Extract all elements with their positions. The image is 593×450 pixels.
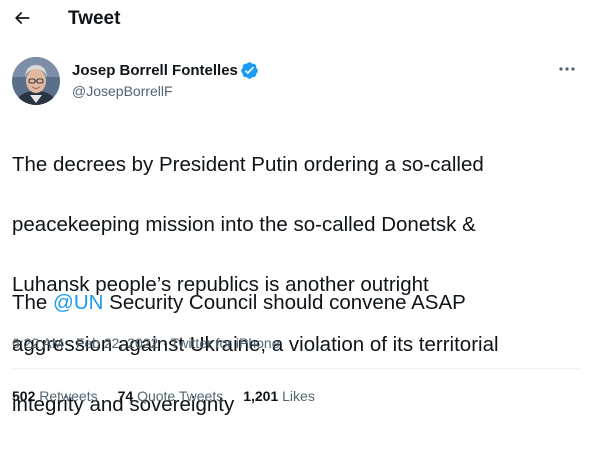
likes-count: 1,201 [243, 388, 279, 404]
mention-link[interactable]: @UN [53, 291, 103, 314]
retweets-count: 502 [12, 388, 36, 404]
quote-tweets-label: Quote Tweets [133, 388, 224, 404]
meta-separator: · [158, 335, 171, 351]
author-name-text: Josep Borrell Fontelles [72, 62, 238, 79]
tweet-text-segment: The [12, 291, 54, 314]
avatar[interactable] [12, 57, 60, 105]
retweets-label: Retweets [35, 388, 98, 404]
more-options-button[interactable] [550, 58, 584, 80]
tweet-line: The decrees by President Putin ordering … [12, 153, 484, 176]
arrow-left-icon [15, 12, 30, 24]
tweet-source[interactable]: Twitter for iPhone [171, 335, 280, 351]
avatar-image [12, 57, 60, 105]
tweet-header: Tweet [0, 0, 593, 40]
tweet-time[interactable]: 6:22 AM [12, 335, 63, 351]
likes-stat[interactable]: 1,201 Likes [243, 387, 315, 405]
tweet-line: peacekeeping mission into the so-called … [12, 213, 476, 236]
divider [12, 368, 581, 369]
tweet-text-segment: Security Council should convene ASAP [103, 291, 466, 314]
engagement-stats: 502 Retweets 74 Quote Tweets 1,201 Likes [12, 387, 335, 405]
likes-label: Likes [278, 388, 315, 404]
tweet-date[interactable]: Feb 22, 2022 [76, 335, 159, 351]
tweet-paragraph-2: The @UN Security Council should convene … [12, 288, 466, 318]
verified-badge-icon [241, 62, 258, 79]
page-title: Tweet [68, 8, 121, 29]
author-handle[interactable]: @JosepBorrellF [72, 82, 173, 100]
quote-tweets-count: 74 [117, 388, 134, 404]
meta-separator: · [63, 335, 76, 351]
retweets-stat[interactable]: 502 Retweets [12, 387, 98, 405]
more-horizontal-icon [559, 67, 575, 71]
tweet-metadata: 6:22 AM · Feb 22, 2022 · Twitter for iPh… [12, 334, 279, 352]
author-name[interactable]: Josep Borrell Fontelles [72, 61, 259, 80]
back-button[interactable] [8, 4, 36, 32]
quote-tweets-stat[interactable]: 74 Quote Tweets [118, 387, 224, 405]
